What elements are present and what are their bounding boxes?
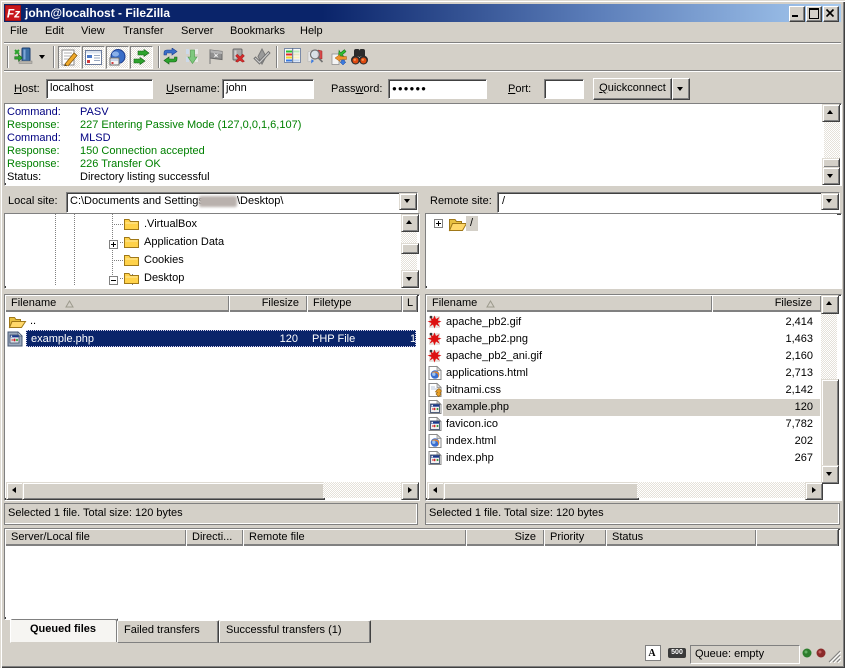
svg-text:Fz: Fz	[7, 7, 20, 21]
svg-text:A: A	[648, 648, 656, 658]
